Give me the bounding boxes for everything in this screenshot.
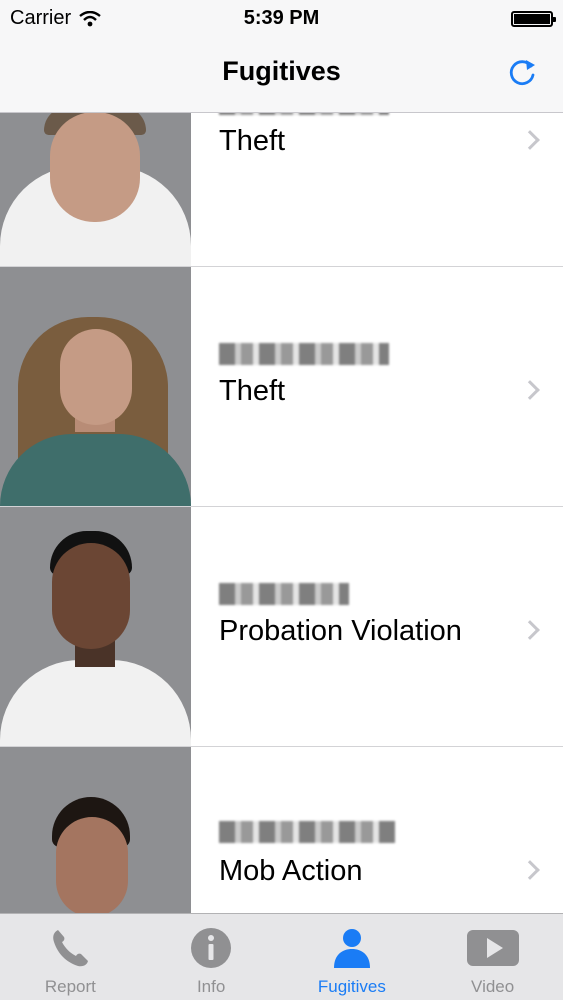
crime-label: Mob Action: [219, 855, 363, 887]
refresh-icon[interactable]: [505, 56, 539, 90]
tab-info[interactable]: Info: [141, 914, 282, 1000]
tab-label: Report: [44, 977, 96, 996]
mugshot-photo: [0, 507, 191, 746]
mugshot-photo: [0, 113, 191, 266]
fugitive-list: Theft Theft Probation Violation Mob Acti…: [0, 113, 563, 913]
play-icon: [466, 930, 519, 966]
tab-video[interactable]: Video: [422, 914, 563, 1000]
name-redacted: [219, 113, 389, 115]
list-item[interactable]: Mob Action: [0, 747, 563, 913]
info-icon: [191, 928, 232, 968]
crime-label: Theft: [219, 375, 286, 407]
crime-label: Theft: [219, 125, 286, 157]
chevron-right-icon: [520, 380, 540, 400]
battery-icon: [511, 11, 556, 27]
mugshot-photo: [0, 747, 191, 913]
chevron-right-icon: [520, 130, 540, 150]
tab-label: Info: [196, 977, 226, 996]
status-bar: Carrier 5:39 PM: [0, 0, 563, 38]
mugshot-photo: [0, 267, 191, 506]
person-icon: [333, 929, 370, 968]
chevron-right-icon: [520, 860, 540, 880]
list-item[interactable]: Probation Violation: [0, 507, 563, 747]
chevron-right-icon: [520, 620, 540, 640]
name-redacted: [219, 821, 395, 843]
clock: 5:39 PM: [243, 7, 320, 29]
list-item[interactable]: Theft: [0, 113, 563, 267]
tab-label: Fugitives: [317, 977, 386, 996]
phone-icon: [53, 930, 89, 967]
tab-label: Video: [471, 977, 515, 996]
list-item[interactable]: Theft: [0, 267, 563, 507]
page-title: Fugitives: [222, 56, 341, 86]
tab-fugitives[interactable]: Fugitives: [282, 914, 423, 1000]
tab-report[interactable]: Report: [0, 914, 141, 1000]
navigation-header: Carrier 5:39 PM Fugitives: [0, 0, 563, 113]
name-redacted: [219, 343, 389, 365]
name-redacted: [219, 583, 349, 605]
crime-label: Probation Violation: [219, 615, 462, 647]
tab-bar: Report Info Fugitives Video: [0, 913, 563, 1000]
